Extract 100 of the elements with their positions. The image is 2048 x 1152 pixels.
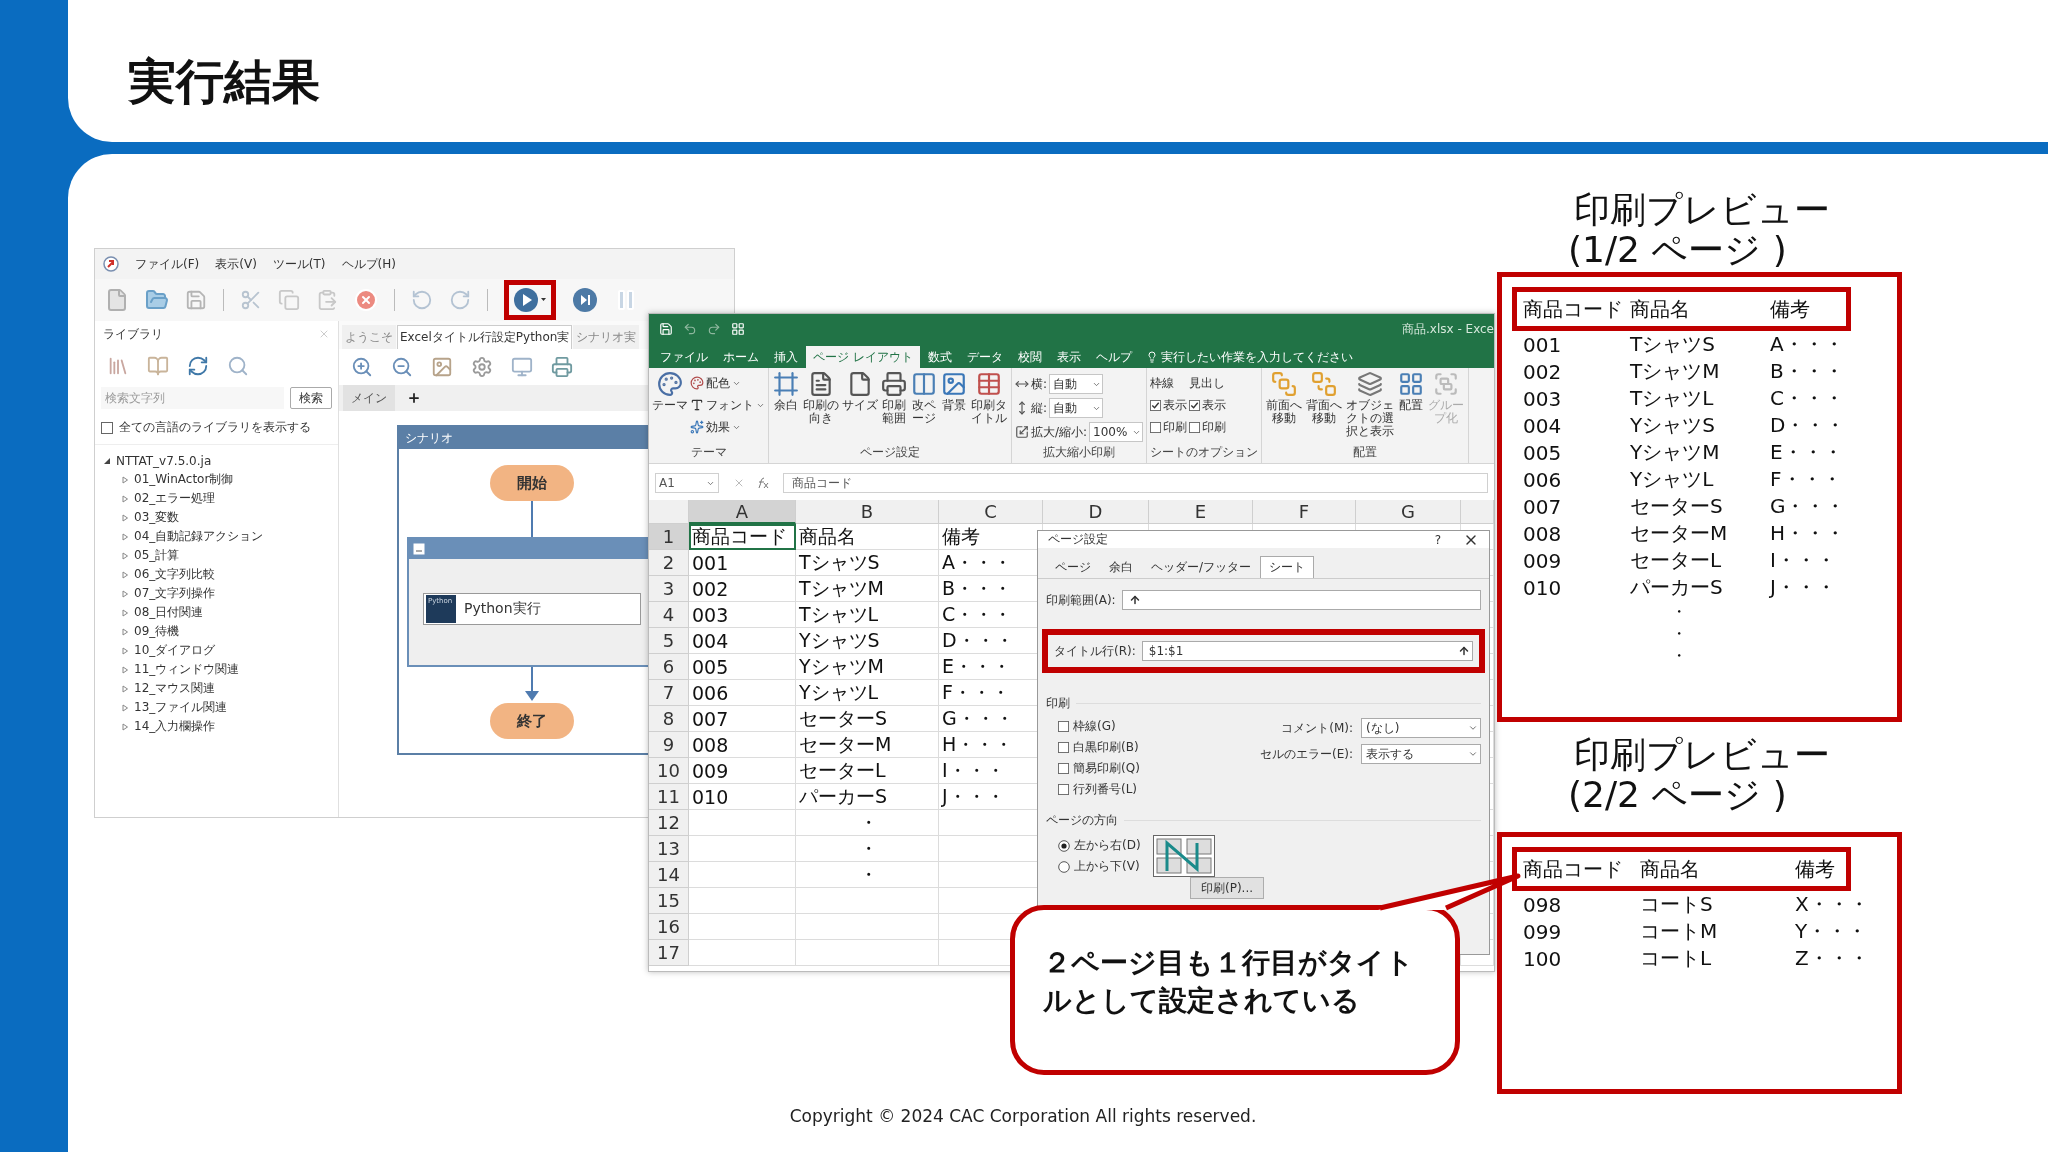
dropdown-field[interactable]: 自動 — [1049, 398, 1104, 418]
tree-item[interactable]: NTTAT_v7.5.0.ja — [116, 453, 212, 468]
book-icon[interactable] — [147, 355, 169, 377]
row-header[interactable]: 7 — [649, 680, 689, 706]
column-header[interactable]: E — [1149, 500, 1253, 524]
tree-item[interactable]: 09_待機 — [134, 623, 180, 640]
column-header[interactable]: F — [1253, 500, 1356, 524]
row-header[interactable]: 6 — [649, 654, 689, 680]
tree-item[interactable]: 05_計算 — [134, 547, 180, 564]
tree-item[interactable]: 01_WinActor制御 — [134, 471, 234, 488]
tab[interactable]: シート — [1260, 556, 1315, 578]
menu-item[interactable]: ヘルプ(H) — [341, 255, 396, 273]
ribbon-button[interactable]: 配置 — [1397, 371, 1426, 412]
column-header[interactable]: B — [796, 500, 939, 524]
tab[interactable]: Excelタイトル行設定Python実 — [397, 325, 573, 349]
zoom-out-icon[interactable] — [391, 356, 413, 378]
row-header[interactable]: 3 — [649, 576, 689, 602]
checkbox[interactable] — [1058, 721, 1069, 732]
checkbox[interactable] — [1058, 763, 1069, 774]
tree-item[interactable]: 11_ウィンドウ関連 — [134, 661, 240, 678]
undo-icon[interactable] — [411, 289, 433, 311]
row-header[interactable]: 13 — [649, 836, 689, 862]
ribbon-button[interactable]: 背面へ移動 — [1305, 371, 1344, 425]
formula-field[interactable]: 商品コード — [783, 473, 1488, 493]
checkbox[interactable] — [1150, 421, 1162, 433]
ribbon-button[interactable]: 印刷範囲 — [880, 371, 908, 425]
ribbon-tab[interactable]: ページ レイアウト — [806, 346, 920, 368]
undo-icon[interactable] — [683, 322, 697, 336]
row-header[interactable]: 15 — [649, 888, 689, 914]
row-header[interactable]: 12 — [649, 810, 689, 836]
tree-item[interactable]: 04_自動記録アクション — [134, 528, 264, 545]
ribbon-button[interactable]: フォント — [690, 395, 765, 415]
ribbon-button[interactable]: 前面へ移動 — [1265, 371, 1304, 425]
new-file-icon[interactable] — [105, 288, 129, 312]
refresh-icon[interactable] — [187, 355, 209, 377]
tab[interactable]: 余白 — [1100, 556, 1142, 578]
monitor-icon[interactable] — [511, 356, 533, 378]
row-header[interactable]: 11 — [649, 784, 689, 810]
tab[interactable]: ページ — [1046, 556, 1100, 578]
dropdown-field[interactable]: 自動 — [1049, 374, 1104, 394]
tree-item[interactable]: 13_ファイル関連 — [134, 699, 228, 716]
spin-field[interactable]: 100% — [1089, 422, 1144, 442]
collapse-icon[interactable] — [413, 543, 425, 555]
cut-icon[interactable] — [240, 289, 262, 311]
column-header[interactable]: A — [689, 500, 796, 524]
tell-me-field[interactable]: 実行したい作業を入力してください — [1139, 346, 1359, 368]
row-header[interactable]: 14 — [649, 862, 689, 888]
tree-item[interactable]: 14_入力欄操作 — [134, 718, 216, 735]
row-header[interactable]: 5 — [649, 628, 689, 654]
image-icon[interactable] — [431, 356, 453, 378]
ribbon-tab[interactable]: 数式 — [920, 346, 959, 368]
radio-button[interactable] — [1058, 860, 1070, 873]
checkbox[interactable] — [1150, 399, 1162, 411]
ribbon-button[interactable]: 配色 — [690, 373, 765, 393]
play-icon[interactable] — [513, 287, 547, 313]
tab[interactable]: メイン — [343, 385, 395, 411]
tree-item[interactable]: 07_文字列操作 — [134, 585, 216, 602]
ribbon-button[interactable]: 改ページ — [910, 371, 938, 425]
row-header[interactable]: 17 — [649, 940, 689, 966]
zoom-in-icon[interactable] — [351, 356, 373, 378]
ribbon-tab[interactable]: データ — [959, 346, 1010, 368]
row-header[interactable]: 1 — [649, 524, 689, 550]
column-header[interactable]: C — [939, 500, 1043, 524]
tree-item[interactable]: 02_エラー処理 — [134, 490, 216, 507]
ribbon-button[interactable]: サイズ — [842, 371, 878, 412]
row-header[interactable]: 8 — [649, 706, 689, 732]
ribbon-tab[interactable]: ホーム — [716, 346, 766, 368]
row-header[interactable]: 10 — [649, 758, 689, 784]
ribbon-button[interactable]: 印刷タイトル — [970, 371, 1008, 425]
tree-item[interactable]: 12_マウス関連 — [134, 680, 216, 697]
menu-item[interactable]: ツール(T) — [272, 255, 326, 273]
copy-icon[interactable] — [278, 289, 300, 311]
paste-icon[interactable] — [316, 289, 338, 311]
add-tab-icon[interactable] — [407, 391, 421, 405]
redo-icon[interactable] — [449, 289, 471, 311]
search-field[interactable]: 検索文字列 — [101, 387, 284, 409]
ribbon-tab[interactable]: 表示 — [1049, 346, 1088, 368]
folder-icon[interactable] — [145, 288, 169, 312]
stop-icon[interactable] — [354, 288, 378, 312]
column-header[interactable]: D — [1043, 500, 1149, 524]
ribbon-button[interactable]: 背景 — [940, 371, 968, 412]
ribbon-tab[interactable]: ファイル — [653, 346, 715, 368]
tree-item[interactable]: 03_変数 — [134, 509, 180, 526]
ribbon-button[interactable]: テーマ — [652, 371, 688, 412]
checkbox[interactable] — [1189, 421, 1201, 433]
ribbon-tab[interactable]: ヘルプ — [1088, 346, 1139, 368]
dropdown-field[interactable]: 表示する — [1361, 744, 1481, 764]
tab[interactable]: ヘッダー/フッター — [1142, 556, 1261, 578]
name-box[interactable]: A1 — [655, 473, 719, 493]
ribbon-button[interactable]: 効果 — [690, 417, 765, 437]
ribbon-button[interactable]: 余白 — [772, 371, 800, 412]
row-header[interactable]: 4 — [649, 602, 689, 628]
menu-item[interactable]: ファイル(F) — [135, 255, 200, 273]
library-icon[interactable] — [107, 355, 129, 377]
ribbon-tab[interactable]: 挿入 — [767, 346, 805, 368]
collapse-dialog-icon[interactable] — [1128, 594, 1141, 606]
tree-item[interactable]: 08_日付関連 — [134, 604, 204, 621]
checkbox[interactable] — [1058, 784, 1069, 795]
settings-icon[interactable] — [471, 356, 493, 378]
printer-icon[interactable] — [551, 356, 573, 378]
